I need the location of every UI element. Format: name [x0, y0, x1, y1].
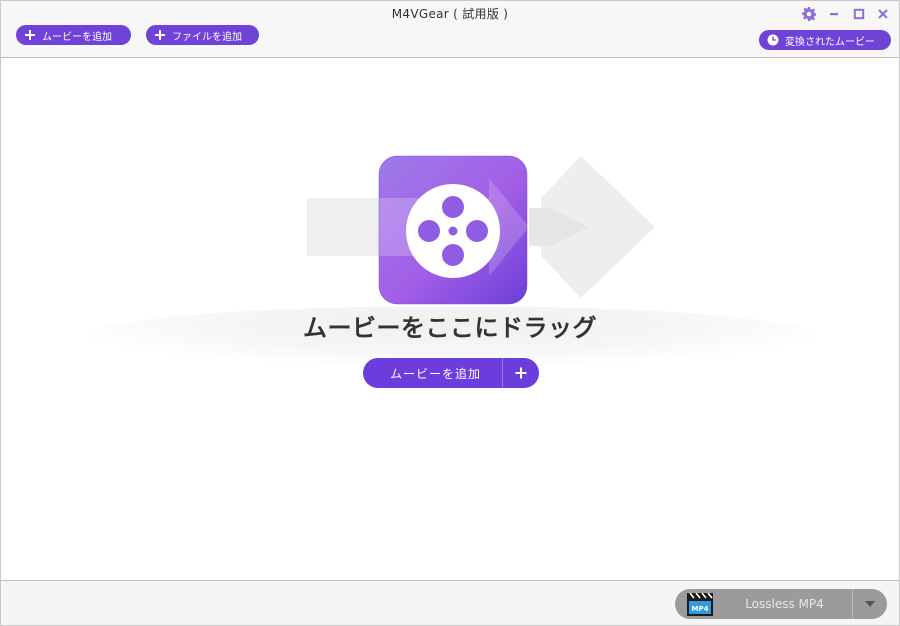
film-reel-icon: [406, 184, 500, 278]
drop-instruction-text: ムービーをここにドラッグ: [303, 314, 597, 342]
maximize-icon[interactable]: [851, 6, 867, 22]
converted-movies-button[interactable]: 変換されたムービー: [759, 30, 891, 50]
plus-icon: [152, 27, 168, 43]
converted-movies-label: 変換されたムービー: [785, 36, 875, 48]
app-window: M4VGear ( 試用版 ) ムービーを追加 ファイルを追加 変換されたムービ…: [0, 0, 900, 626]
drop-area[interactable]: ムービーをここにドラッグ ムービーを追加: [1, 58, 899, 580]
chevron-down-icon[interactable]: [853, 589, 887, 619]
output-format-selector[interactable]: MP4 Lossless MP4: [675, 589, 887, 619]
plus-icon: [22, 27, 38, 43]
close-icon[interactable]: [875, 6, 891, 22]
add-file-button[interactable]: ファイルを追加: [146, 25, 259, 45]
title-toolbar: M4VGear ( 試用版 ) ムービーを追加 ファイルを追加 変換されたムービ…: [1, 1, 899, 58]
window-title: M4VGear ( 試用版 ): [391, 7, 509, 21]
clock-icon: [765, 32, 781, 48]
add-movie-center-label: ムービーを追加: [389, 366, 481, 381]
minimize-icon[interactable]: [826, 6, 842, 22]
add-movie-center-button[interactable]: ムービーを追加: [363, 358, 539, 388]
mp4-clapper-icon: MP4: [683, 589, 717, 619]
add-movie-button[interactable]: ムービーを追加: [16, 25, 131, 45]
plus-icon[interactable]: [503, 358, 539, 388]
add-file-label: ファイルを追加: [172, 31, 242, 43]
output-bar: MP4 Lossless MP4: [1, 580, 899, 625]
output-format-label: Lossless MP4: [745, 597, 824, 611]
add-movie-label: ムービーを追加: [42, 31, 112, 43]
settings-gear-icon[interactable]: [801, 6, 817, 22]
mp4-icon-text: MP4: [692, 605, 709, 613]
